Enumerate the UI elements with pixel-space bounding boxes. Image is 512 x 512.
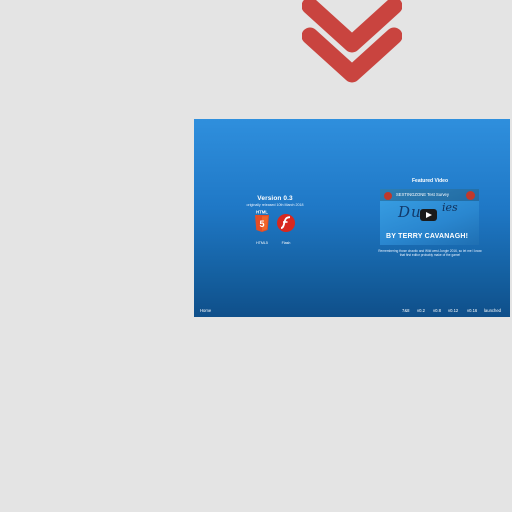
version-footer-nav: Home 7&8 v0.2 v0.8 v0.12 v0.16 launched [194,305,510,317]
video-play-icon[interactable] [420,209,437,221]
footer-link[interactable]: 7&8 [402,308,409,313]
video-thumbnail-scribble: Du [398,203,422,221]
footer-link[interactable]: v0.2 [417,308,425,313]
scroll-down-chevrons-icon[interactable] [302,0,402,86]
flash-play-link[interactable]: Flash [276,209,296,245]
footer-link[interactable]: v0.12 [448,308,458,313]
video-thumbnail-scribble: ies [442,201,458,214]
version-release-date: originally released 10th March 2018 [246,203,304,207]
channel-avatar-icon[interactable] [384,192,392,200]
video-byline: BY TERRY CAVANAGH! [386,233,469,240]
video-caption: Remembering those chaotic and Wild west … [378,249,482,258]
version-title: Version 0.3 [257,195,293,202]
html5-play-link[interactable]: HTML 5 HTML5 [252,209,272,245]
version-block: Version 0.3 originally released 10th Mar… [222,195,328,207]
html5-label: HTML5 [256,241,268,245]
svg-text:5: 5 [259,219,264,229]
footer-link[interactable]: launched [484,308,501,313]
featured-video-embed[interactable]: SEXTINGZONE Test Survey Du ies BY TERRY … [380,189,479,245]
featured-video-title: Featured Video [411,178,449,184]
video-share-icon[interactable] [466,191,475,200]
footer-home-link[interactable]: Home [200,308,211,313]
flash-label: Flash [281,241,291,245]
platform-links: HTML 5 HTML5 Flash [251,209,303,245]
video-title[interactable]: SEXTINGZONE Test Survey [396,192,449,197]
html5-badge-text: HTML [256,210,268,215]
game-info-panel: Version 0.3 originally released 10th Mar… [194,119,510,317]
flash-icon [277,214,295,232]
html5-icon: HTML 5 [255,210,269,232]
footer-link[interactable]: v0.8 [433,308,441,313]
footer-link[interactable]: v0.16 [467,308,477,313]
